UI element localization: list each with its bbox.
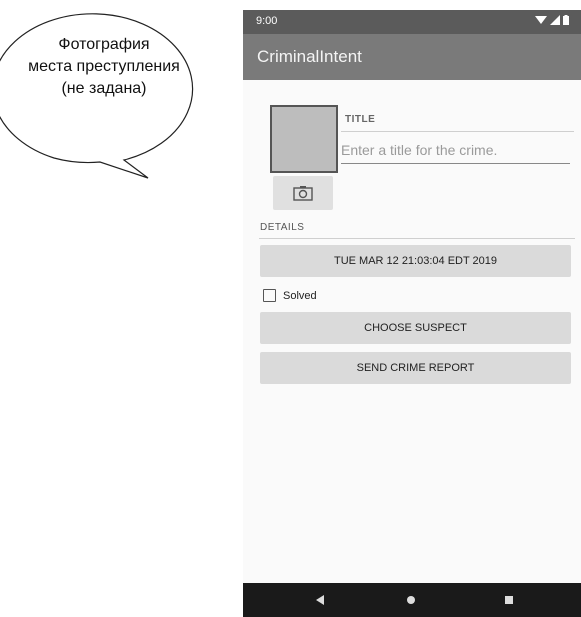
navigation-bar — [243, 583, 581, 617]
status-time: 9:00 — [256, 15, 278, 27]
send-report-label: SEND CRIME REPORT — [356, 362, 475, 374]
app-title: CriminalIntent — [257, 47, 362, 66]
recents-icon[interactable] — [505, 596, 513, 604]
choose-suspect-label: CHOOSE SUSPECT — [364, 322, 467, 334]
status-bar: 9:00 — [243, 10, 581, 34]
title-label-divider — [341, 131, 574, 132]
solved-row[interactable]: Solved — [263, 289, 317, 302]
photo-callout: Фотография места преступления (не задана… — [0, 0, 210, 190]
details-label: DETAILS — [260, 222, 305, 233]
send-report-button[interactable]: SEND CRIME REPORT — [260, 352, 571, 384]
solved-label: Solved — [283, 289, 317, 302]
battery-icon — [563, 15, 569, 25]
crime-title-underline — [341, 163, 570, 164]
crime-date-label: TUE MAR 12 21:03:04 EDT 2019 — [333, 255, 498, 267]
phone-screen: 9:00 CriminalIntent TITLE Enter a title … — [243, 10, 581, 617]
choose-suspect-button[interactable]: CHOOSE SUSPECT — [260, 312, 571, 344]
status-icons — [535, 15, 569, 25]
details-divider — [259, 238, 575, 239]
callout-line-2: места преступления — [28, 58, 180, 75]
callout-line-3: (не задана) — [61, 80, 147, 97]
app-bar: CriminalIntent — [243, 34, 581, 80]
solved-checkbox[interactable] — [263, 289, 276, 302]
callout-line-1: Фотография — [58, 36, 150, 53]
back-icon[interactable] — [316, 595, 324, 605]
camera-button[interactable] — [273, 176, 333, 210]
signal-icon — [550, 15, 560, 25]
crime-date-button[interactable]: TUE MAR 12 21:03:04 EDT 2019 — [260, 245, 571, 277]
crime-photo — [270, 105, 338, 173]
title-label: TITLE — [345, 114, 376, 125]
home-icon[interactable] — [407, 596, 415, 604]
camera-icon — [293, 186, 313, 201]
wifi-icon — [535, 16, 547, 24]
crime-title-input[interactable]: Enter a title for the crime. — [341, 142, 569, 162]
callout-text: Фотография места преступления (не задана… — [6, 34, 202, 100]
